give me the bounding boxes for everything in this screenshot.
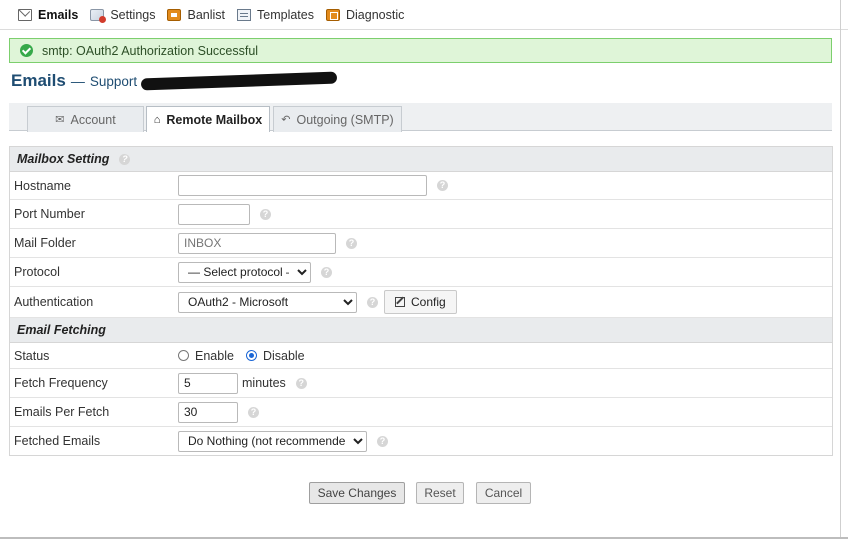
folder-label: Mail Folder bbox=[14, 236, 76, 250]
top-nav: Emails Settings Banlist Templates Diagno… bbox=[0, 0, 848, 30]
page-title-separator: — bbox=[70, 73, 85, 89]
auth-label: Authentication bbox=[14, 295, 94, 309]
edit-icon bbox=[395, 297, 405, 307]
nav-diagnostic-label: Diagnostic bbox=[346, 7, 405, 22]
reply-icon: ↶ bbox=[281, 114, 291, 126]
protocol-label: Protocol bbox=[14, 265, 60, 279]
row-fetched-emails: Fetched Emails Do Nothing (not recommend… bbox=[10, 427, 832, 455]
fetch-frequency-input[interactable] bbox=[178, 372, 238, 394]
help-icon[interactable]: ? bbox=[260, 208, 271, 220]
check-circle-icon bbox=[20, 44, 33, 57]
tab-remote-mailbox-label: Remote Mailbox bbox=[166, 112, 263, 127]
row-emails-per-fetch: Emails Per Fetch ? bbox=[10, 398, 832, 427]
help-icon[interactable]: ? bbox=[367, 296, 378, 308]
envelope-icon: ✉ bbox=[55, 114, 65, 126]
reset-button[interactable]: Reset bbox=[416, 482, 464, 504]
mail-folder-input[interactable] bbox=[178, 232, 336, 254]
authentication-select[interactable]: OAuth2 - Microsoft bbox=[178, 291, 357, 313]
section-mailbox-setting: Mailbox Setting ? bbox=[10, 147, 832, 172]
nav-diagnostic[interactable]: Diagnostic bbox=[324, 0, 412, 30]
help-icon[interactable]: ? bbox=[295, 377, 307, 389]
diagnostic-icon bbox=[326, 8, 340, 21]
settings-form: Mailbox Setting ? Hostname ? Port Number… bbox=[9, 146, 833, 456]
status-disable-radio[interactable] bbox=[245, 350, 257, 361]
nav-templates-label: Templates bbox=[257, 7, 314, 22]
mail-icon bbox=[18, 8, 32, 21]
row-status: Status Enable Disable bbox=[10, 343, 832, 369]
tab-account[interactable]: ✉ Account bbox=[27, 106, 144, 132]
success-alert: smtp: OAuth2 Authorization Successful bbox=[9, 38, 832, 63]
row-fetch-frequency: Fetch Frequency minutes ? bbox=[10, 369, 832, 398]
nav-banlist-label: Banlist bbox=[187, 7, 226, 22]
config-button[interactable]: Config bbox=[384, 290, 457, 314]
status-enable-label: Enable bbox=[195, 348, 234, 363]
per-fetch-label: Emails Per Fetch bbox=[14, 405, 110, 419]
help-icon[interactable]: ? bbox=[377, 435, 388, 447]
status-disable-label: Disable bbox=[262, 348, 305, 363]
row-authentication: Authentication OAuth2 - Microsoft ? Conf… bbox=[10, 287, 832, 318]
hostname-input[interactable] bbox=[178, 175, 427, 196]
emails-per-fetch-input[interactable] bbox=[178, 401, 238, 423]
hostname-label: Hostname bbox=[14, 178, 71, 193]
page-title-sub: Support bbox=[89, 74, 138, 89]
templates-icon bbox=[237, 8, 252, 21]
frequency-unit: minutes bbox=[242, 376, 286, 390]
form-actions: Save Changes Reset Cancel bbox=[0, 482, 848, 504]
config-label: Config bbox=[411, 295, 446, 309]
help-icon[interactable]: ? bbox=[437, 180, 448, 191]
settings-icon bbox=[90, 8, 107, 23]
help-icon[interactable]: ? bbox=[346, 237, 357, 249]
redacted-mark bbox=[140, 71, 338, 91]
fetched-emails-select[interactable]: Do Nothing (not recommended) bbox=[178, 430, 367, 452]
tab-outgoing-label: Outgoing (SMTP) bbox=[296, 112, 394, 127]
page-title-main: Emails bbox=[11, 71, 66, 90]
nav-settings[interactable]: Settings bbox=[88, 0, 163, 30]
cancel-button[interactable]: Cancel bbox=[476, 482, 531, 504]
nav-settings-label: Settings bbox=[110, 7, 156, 22]
row-hostname: Hostname ? bbox=[10, 172, 832, 200]
save-changes-button[interactable]: Save Changes bbox=[309, 482, 405, 504]
tabs-bar: ✉ Account ⌂ Remote Mailbox ↶ Outgoing (S… bbox=[9, 103, 832, 132]
tab-outgoing-smtp[interactable]: ↶ Outgoing (SMTP) bbox=[273, 106, 402, 132]
row-mail-folder: Mail Folder ? bbox=[10, 229, 832, 258]
page-right-border bbox=[840, 0, 841, 539]
section-email-fetching: Email Fetching bbox=[10, 318, 832, 343]
nav-emails[interactable]: Emails bbox=[16, 0, 86, 30]
status-enable-radio[interactable] bbox=[178, 350, 189, 361]
nav-templates[interactable]: Templates bbox=[235, 0, 322, 30]
help-icon[interactable]: ? bbox=[248, 406, 259, 418]
alert-text: smtp: OAuth2 Authorization Successful bbox=[42, 43, 259, 58]
frequency-label: Fetch Frequency bbox=[14, 376, 108, 390]
port-label: Port Number bbox=[14, 207, 85, 221]
section-mailbox-title: Mailbox Setting bbox=[17, 152, 110, 166]
tab-account-label: Account bbox=[70, 112, 116, 127]
port-input[interactable] bbox=[178, 203, 250, 225]
nav-banlist[interactable]: Banlist bbox=[165, 0, 233, 30]
row-port: Port Number ? bbox=[10, 200, 832, 229]
help-icon[interactable]: ? bbox=[321, 266, 332, 278]
help-icon[interactable]: ? bbox=[119, 153, 131, 165]
fetched-label: Fetched Emails bbox=[14, 434, 101, 448]
nav-emails-label: Emails bbox=[38, 7, 79, 22]
section-fetching-title: Email Fetching bbox=[17, 323, 106, 337]
inbox-icon: ⌂ bbox=[153, 113, 161, 126]
status-label: Status bbox=[14, 348, 50, 363]
protocol-select[interactable]: — Select protocol — bbox=[178, 261, 311, 283]
banlist-icon bbox=[167, 8, 182, 21]
page-title: Emails — Support bbox=[11, 71, 338, 91]
row-protocol: Protocol — Select protocol — ? bbox=[10, 258, 832, 287]
tab-remote-mailbox[interactable]: ⌂ Remote Mailbox bbox=[146, 106, 270, 132]
